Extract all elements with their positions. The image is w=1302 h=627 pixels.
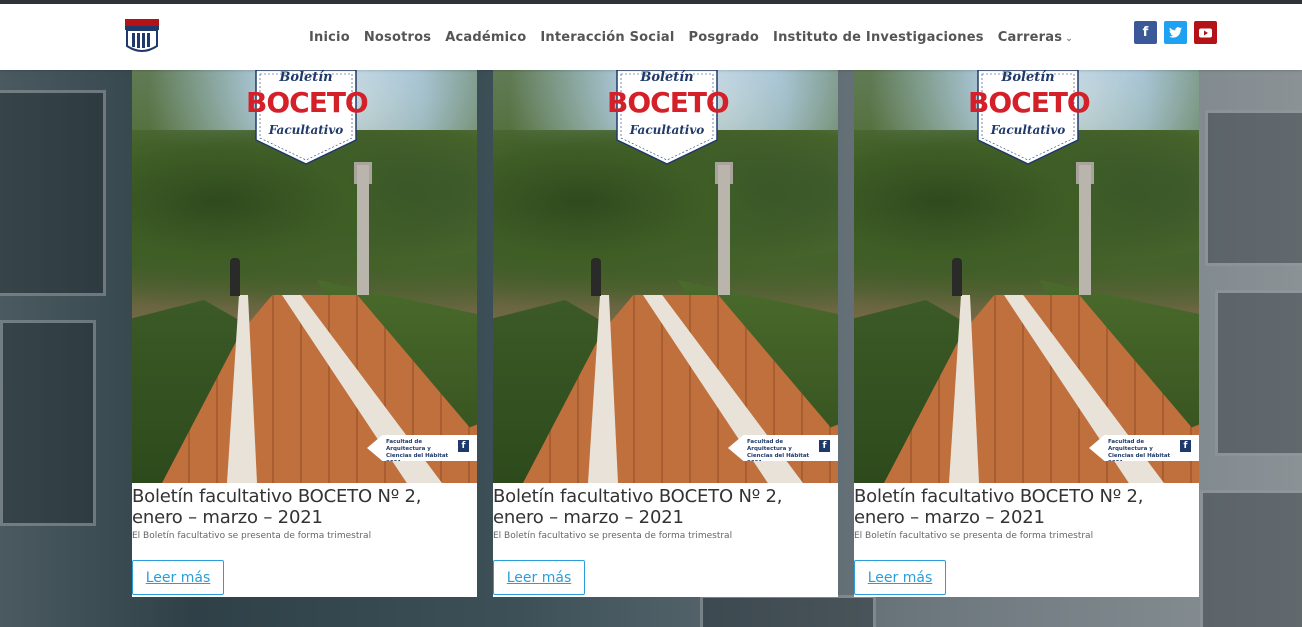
cover-footer-tag: Facultad de Arquitectura y Ciencias del … (728, 435, 838, 461)
youtube-icon[interactable] (1194, 21, 1217, 44)
badge-bottom-text: Facultativo (268, 123, 344, 137)
facebook-icon: f (819, 440, 830, 452)
post-excerpt: El Boletín facultativo se presenta de fo… (493, 531, 733, 541)
post-title[interactable]: Boletín facultativo BOCETO Nº 2, enero –… (493, 486, 838, 528)
post-card: Boletín BOCETO Facultativo Facultad de A… (493, 70, 838, 597)
badge-bottom-text: Facultativo (990, 123, 1066, 137)
social-links: f (1134, 21, 1217, 44)
chevron-down-icon: ⌄ (1065, 33, 1073, 44)
facebook-icon: f (1180, 440, 1191, 452)
read-more-button[interactable]: Leer más (132, 560, 224, 595)
nav-item-nosotros[interactable]: Nosotros (364, 30, 431, 45)
cover-footer-tag: Facultad de Arquitectura y Ciencias del … (1089, 435, 1199, 461)
badge-bottom-text: Facultativo (629, 123, 705, 137)
post-excerpt: El Boletín facultativo se presenta de fo… (854, 531, 1094, 541)
post-thumbnail[interactable]: Boletín BOCETO Facultativo Facultad de A… (132, 70, 477, 483)
post-excerpt: El Boletín facultativo se presenta de fo… (132, 531, 372, 541)
nav-item-academico[interactable]: Académico (445, 30, 526, 45)
post-title[interactable]: Boletín facultativo BOCETO Nº 2, enero –… (854, 486, 1199, 528)
main-navigation: Inicio Nosotros Académico Interacción So… (302, 4, 1080, 70)
badge-top-text: Boletín (1001, 70, 1055, 85)
boceto-badge: Boletín BOCETO Facultativo (607, 70, 730, 165)
badge-main-text: BOCETO (246, 86, 369, 119)
badge-main-text: BOCETO (607, 86, 730, 119)
post-card: Boletín BOCETO Facultativo Facultad de A… (854, 70, 1199, 597)
boceto-badge: Boletín BOCETO Facultativo (246, 70, 369, 165)
badge-top-text: Boletín (279, 70, 333, 85)
badge-main-text: BOCETO (968, 86, 1091, 119)
site-header: Inicio Nosotros Académico Interacción So… (0, 4, 1302, 70)
cover-footer-tag: Facultad de Arquitectura y Ciencias del … (367, 435, 477, 461)
nav-item-carreras[interactable]: Carreras ⌄ (998, 30, 1073, 45)
nav-item-inicio[interactable]: Inicio (309, 30, 350, 45)
twitter-icon[interactable] (1164, 21, 1187, 44)
nav-item-posgrado[interactable]: Posgrado (689, 30, 760, 45)
read-more-button[interactable]: Leer más (493, 560, 585, 595)
facebook-icon[interactable]: f (1134, 21, 1157, 44)
post-thumbnail[interactable]: Boletín BOCETO Facultativo Facultad de A… (493, 70, 838, 483)
facebook-icon: f (458, 440, 469, 452)
badge-top-text: Boletín (640, 70, 694, 85)
boceto-badge: Boletín BOCETO Facultativo (968, 70, 1091, 165)
read-more-button[interactable]: Leer más (854, 560, 946, 595)
nav-item-interaccion-social[interactable]: Interacción Social (540, 30, 674, 45)
post-card: Boletín BOCETO Facultativo Facultad de A… (132, 70, 477, 597)
post-thumbnail[interactable]: Boletín BOCETO Facultativo Facultad de A… (854, 70, 1199, 483)
nav-item-carreras-label: Carreras (997, 29, 1063, 45)
university-logo[interactable] (124, 18, 160, 56)
post-title[interactable]: Boletín facultativo BOCETO Nº 2, enero –… (132, 486, 477, 528)
nav-item-instituto-investigaciones[interactable]: Instituto de Investigaciones (773, 30, 984, 45)
